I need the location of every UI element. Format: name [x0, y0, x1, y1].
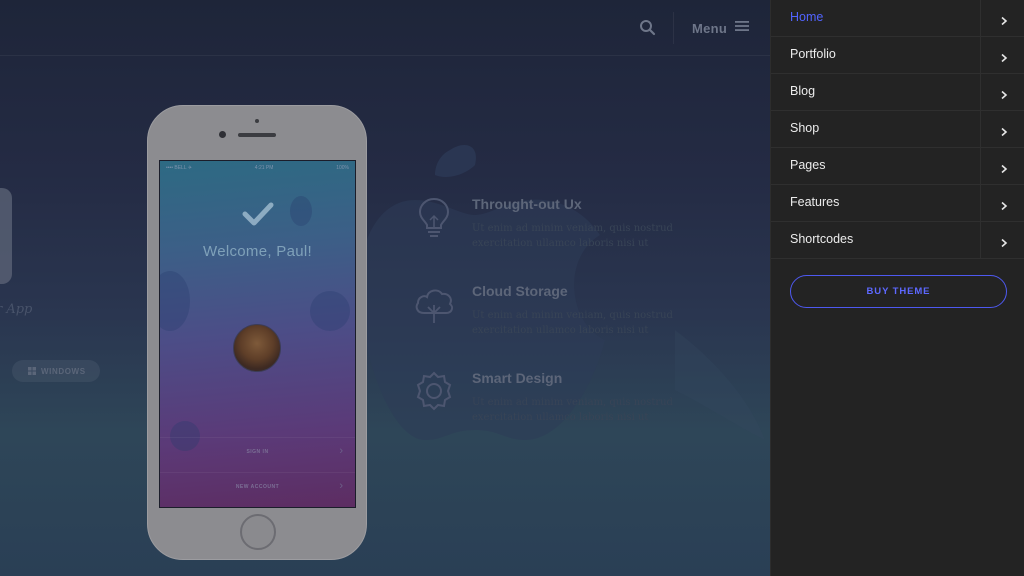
top-bar: Menu	[0, 0, 770, 56]
buy-theme-label: BUY THEME	[866, 286, 931, 297]
side-menu-item-home[interactable]: Home	[771, 0, 1024, 37]
menu-label: Menu	[692, 20, 728, 36]
status-time: 4:21 PM	[254, 165, 274, 171]
side-menu-item-shortcodes[interactable]: Shortcodes	[771, 222, 1024, 259]
side-menu-item-pages[interactable]: Pages	[771, 148, 1024, 185]
chevron-right-icon[interactable]	[999, 87, 1009, 100]
app-subtitle: r App	[0, 302, 33, 317]
windows-download-button[interactable]: WINDOWS	[12, 360, 100, 382]
menu-item-label: Blog	[790, 84, 816, 98]
buy-theme-button[interactable]: BUY THEME	[790, 275, 1007, 308]
phone-new-account-row[interactable]: NEW ACCOUNT ›	[160, 472, 355, 506]
checkmark-icon	[242, 201, 274, 232]
feature-title: Smart Design	[472, 370, 563, 386]
jellyfish-decoration	[310, 291, 350, 331]
status-battery: 100%	[336, 165, 349, 171]
sign-in-label: SIGN IN	[246, 449, 269, 455]
phone-home-button	[240, 514, 276, 550]
menu-item-label: Features	[790, 195, 840, 209]
menu-item-divider	[980, 0, 981, 36]
menu-item-divider	[980, 185, 981, 221]
phone-speaker	[238, 133, 276, 137]
feature-description: Ut enim ad minim veniam, quis nostrud ex…	[472, 397, 673, 423]
menu-item-label: Home	[790, 10, 824, 24]
menu-item-label: Portfolio	[790, 47, 836, 61]
menu-item-label: Shortcodes	[790, 232, 854, 246]
menu-item-divider	[980, 148, 981, 184]
new-account-label: NEW ACCOUNT	[235, 484, 280, 490]
status-carrier: •••• BELL ✈	[166, 165, 193, 171]
hamburger-icon	[735, 19, 750, 37]
feature-description: Ut enim ad minim veniam, quis nostrud ex…	[472, 223, 673, 249]
chevron-right-icon: ›	[339, 480, 343, 492]
feature-title: Cloud Storage	[472, 283, 568, 299]
chevron-right-icon[interactable]	[999, 50, 1009, 63]
side-menu-item-portfolio[interactable]: Portfolio	[771, 37, 1024, 74]
menu-item-divider	[980, 222, 981, 258]
search-icon[interactable]	[638, 18, 658, 38]
phone-status-bar: •••• BELL ✈ 4:21 PM 100%	[160, 165, 355, 171]
side-menu-panel: Home Portfolio Blog Shop Pages Features …	[770, 0, 1024, 576]
menu-item-divider	[980, 37, 981, 73]
side-menu-item-features[interactable]: Features	[771, 185, 1024, 222]
topbar-divider	[673, 12, 674, 44]
welcome-message: Welcome, Paul!	[203, 243, 312, 260]
side-menu-item-blog[interactable]: Blog	[771, 74, 1024, 111]
jellyfish-decoration	[160, 271, 190, 331]
windows-label: WINDOWS	[41, 366, 86, 376]
menu-button[interactable]: Menu	[692, 18, 750, 38]
chevron-right-icon[interactable]	[999, 198, 1009, 211]
lightbulb-icon	[412, 196, 456, 240]
chevron-right-icon[interactable]	[999, 13, 1009, 26]
jellyfish-decoration	[290, 196, 312, 226]
phone-sign-in-row[interactable]: SIGN IN ›	[160, 437, 355, 471]
menu-item-divider	[980, 111, 981, 147]
left-app-card	[0, 188, 12, 284]
phone-mockup: •••• BELL ✈ 4:21 PM 100% Welcome, Paul! …	[147, 105, 367, 560]
feature-title: Throught-out Ux	[472, 196, 582, 212]
award-badge-icon	[412, 370, 456, 414]
cloud-tree-icon	[412, 283, 456, 327]
chevron-right-icon: ›	[339, 445, 343, 457]
chevron-right-icon[interactable]	[999, 161, 1009, 174]
menu-item-divider	[980, 74, 981, 110]
phone-camera	[219, 131, 226, 138]
windows-icon	[28, 362, 36, 380]
chevron-right-icon[interactable]	[999, 124, 1009, 137]
avatar	[233, 324, 281, 372]
side-menu-item-shop[interactable]: Shop	[771, 111, 1024, 148]
menu-item-label: Shop	[790, 121, 820, 135]
menu-item-label: Pages	[790, 158, 826, 172]
phone-screen: •••• BELL ✈ 4:21 PM 100% Welcome, Paul! …	[159, 160, 356, 508]
feature-description: Ut enim ad minim veniam, quis nostrud ex…	[472, 310, 673, 336]
phone-sensor	[255, 119, 259, 123]
chevron-right-icon[interactable]	[999, 235, 1009, 248]
